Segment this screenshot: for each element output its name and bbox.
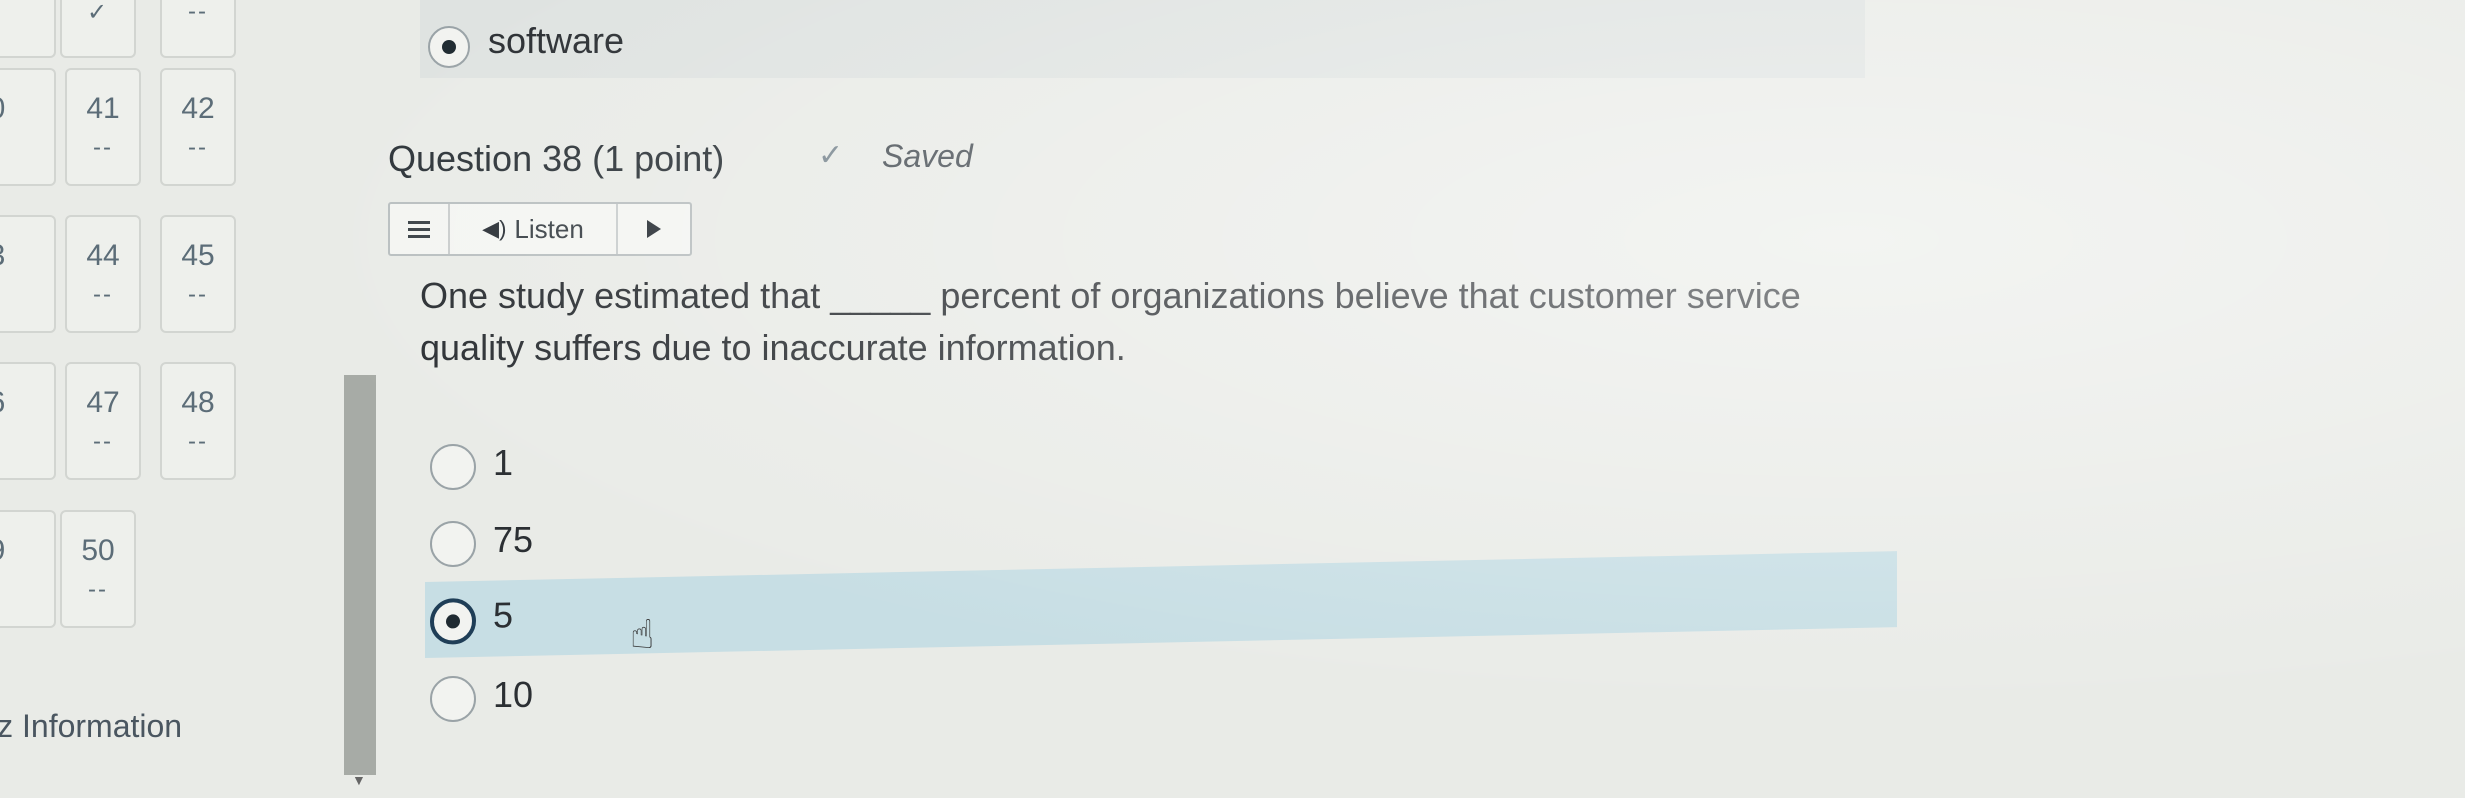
nav-question-48[interactable]: 48 -- — [160, 362, 236, 480]
nav-question-number: 44 — [86, 239, 120, 272]
nav-question-46[interactable]: 46 -- — [0, 362, 56, 480]
nav-question-47[interactable]: 47 -- — [65, 362, 141, 480]
previous-answer-row — [420, 0, 1865, 78]
question-title: Question 38 (1 point) — [388, 138, 725, 179]
hamburger-icon — [408, 217, 430, 242]
nav-question-number: 47 — [86, 386, 120, 419]
listen-button[interactable]: ◀) Listen — [450, 204, 618, 254]
nav-question-50[interactable]: 50 -- — [60, 510, 136, 628]
nav-question-number: 48 — [181, 386, 215, 419]
nav-question-43[interactable]: 43 -- — [0, 215, 56, 333]
previous-answer-radio[interactable] — [428, 26, 470, 68]
nav-answer-status: -- — [93, 134, 113, 161]
nav-answer-status: -- — [188, 0, 208, 25]
nav-question-45[interactable]: 45 -- — [160, 215, 236, 333]
previous-answer-label: software — [488, 20, 625, 61]
nav-answer-status: -- — [0, 576, 54, 604]
listen-menu-button[interactable] — [390, 204, 450, 254]
answer-radio[interactable] — [430, 444, 476, 490]
radio-selected-dot — [442, 40, 456, 54]
speaker-icon: ◀) — [482, 216, 507, 241]
nav-question-number: 41 — [86, 92, 120, 125]
scroll-down-arrow-icon[interactable]: ▼ — [352, 772, 366, 788]
nav-question-40[interactable]: 40 -- — [0, 68, 56, 186]
nav-answer-status: -- — [188, 428, 208, 455]
nav-answer-status: -- — [0, 281, 54, 309]
nav-answer-status: -- — [88, 576, 108, 603]
answer-label: 5 — [493, 594, 514, 636]
play-icon — [647, 220, 661, 238]
radio-selected-dot — [446, 614, 460, 629]
answer-radio-selected[interactable] — [430, 597, 476, 645]
play-button[interactable] — [618, 204, 690, 254]
listen-toolbar: ◀) Listen — [388, 202, 692, 256]
nav-question-41[interactable]: 41 -- — [65, 68, 141, 186]
nav-answer-status: -- — [188, 281, 208, 308]
answer-label: 10 — [493, 674, 534, 715]
nav-answer-status: -- — [0, 134, 54, 162]
nav-question-39[interactable]: -- — [160, 0, 236, 58]
nav-question-44[interactable]: 44 -- — [65, 215, 141, 333]
nav-question-37[interactable]: ✓ — [0, 0, 56, 58]
listen-label: Listen — [514, 213, 584, 244]
answer-option-1[interactable]: 1 — [425, 428, 1897, 504]
saved-status: Saved — [882, 138, 973, 174]
nav-question-number: 40 — [0, 92, 54, 126]
nav-answer-status: ✓ — [0, 0, 54, 27]
check-icon: ✓ — [818, 139, 844, 172]
nav-question-number: 49 — [0, 534, 54, 568]
nav-question-38[interactable]: ✓ — [60, 0, 136, 58]
nav-question-number: 50 — [81, 534, 115, 567]
nav-question-49[interactable]: 49 -- — [0, 510, 56, 628]
answer-label: 75 — [493, 519, 534, 560]
quiz-information-link[interactable]: iz Information — [0, 708, 182, 745]
nav-answer-status: -- — [93, 428, 113, 455]
nav-question-number: 46 — [0, 386, 54, 420]
answer-radio[interactable] — [430, 521, 476, 567]
nav-answer-status: -- — [188, 134, 208, 161]
pointer-hand-icon: ☝ — [630, 613, 655, 657]
quiz-navigator: ✓ ✓ -- 40 -- 41 -- 42 -- 43 -- 44 -- 45 … — [0, 0, 345, 798]
scrollbar[interactable] — [344, 375, 376, 775]
question-text: One study estimated that _____ percent o… — [420, 275, 1801, 368]
nav-question-number: 42 — [181, 92, 215, 125]
nav-answer-status: -- — [93, 281, 113, 308]
nav-question-number: 43 — [0, 239, 54, 273]
nav-answer-status: -- — [0, 428, 54, 456]
answer-option-10[interactable]: 10 — [425, 660, 1897, 736]
nav-question-number: 45 — [181, 239, 215, 272]
nav-answer-status: ✓ — [86, 0, 110, 26]
answer-label: 1 — [493, 442, 514, 483]
nav-question-42[interactable]: 42 -- — [160, 68, 236, 186]
answer-radio[interactable] — [430, 676, 476, 722]
